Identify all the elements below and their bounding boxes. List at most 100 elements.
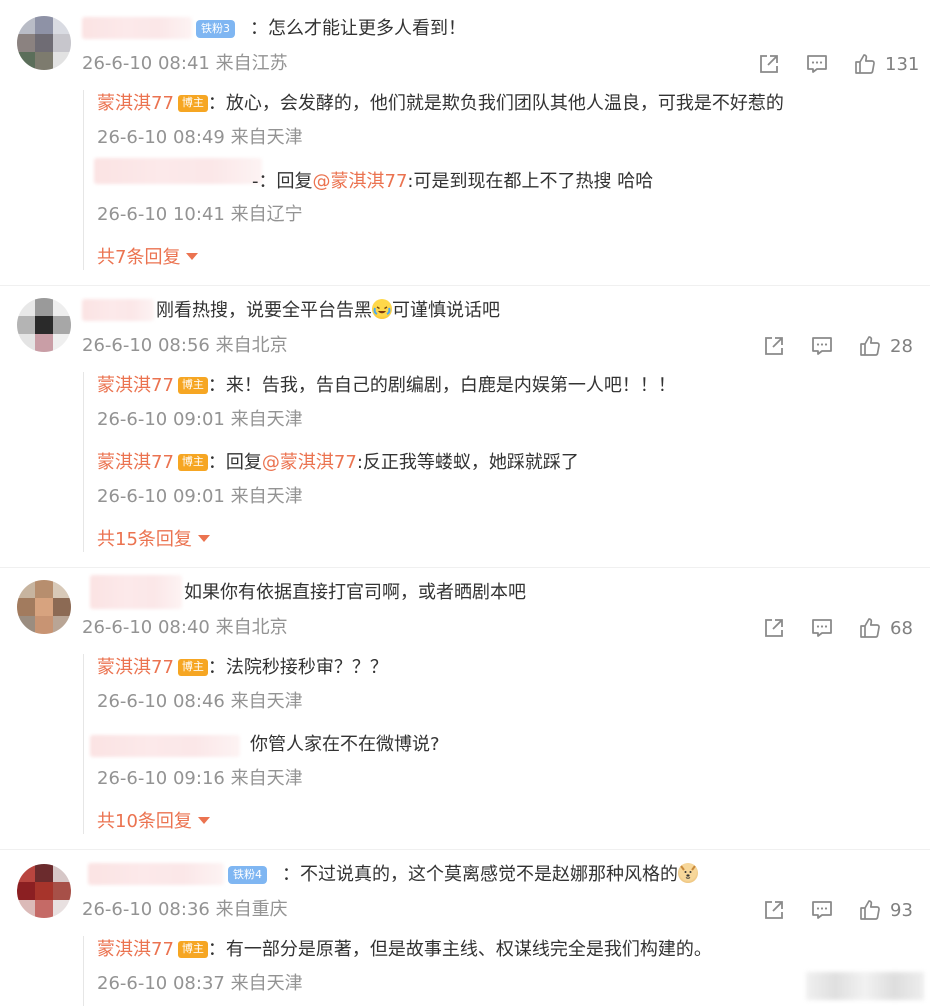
avatar[interactable]: [17, 298, 71, 352]
reply-author[interactable]: 蒙淇淇77: [97, 939, 174, 960]
blogger-badge: 博主: [177, 377, 208, 394]
share-icon: [765, 619, 783, 637]
reply-meta: 26-6-10 08:49 来自天津: [97, 127, 303, 148]
like-count: 28: [890, 335, 913, 357]
share-icon: [765, 901, 783, 919]
avatar[interactable]: [17, 580, 71, 634]
reply-prefix: ：回复: [207, 452, 262, 473]
reply: 蒙淇淇77 博主 ：来！告我，告自己的剧编剧，白鹿是内娱第一人吧！！！: [97, 374, 676, 398]
reply: 蒙淇淇77 博主 ：放心，会发酵的，他们就是欺负我们团队其他人温良，可我是不好惹的: [97, 92, 784, 116]
reply-divider: [83, 654, 84, 834]
comment-text: ：怎么才能让更多人看到！: [250, 18, 466, 39]
username-redacted[interactable]: [82, 299, 154, 321]
comment-meta: 26-6-10 08:41 来自江苏: [82, 53, 288, 74]
blogger-badge: 博主: [177, 941, 208, 958]
avatar[interactable]: [17, 16, 71, 70]
reply-text: :可是到现在都上不了热搜 哈哈: [407, 171, 654, 192]
reply-count-label: 共15条回复: [97, 529, 192, 550]
comment-meta: 26-6-10 08:40 来自北京: [82, 617, 288, 638]
username-redacted[interactable]: [90, 735, 240, 757]
view-replies-link[interactable]: 共15条回复: [97, 528, 210, 552]
blogger-badge: 博主: [177, 659, 208, 676]
share-button[interactable]: [757, 50, 781, 78]
reply-prefix: -：回复: [252, 171, 313, 192]
reply-meta: 26-6-10 08:37 来自天津: [97, 973, 303, 994]
reply-author[interactable]: 蒙淇淇77: [97, 375, 174, 396]
share-button[interactable]: [762, 614, 786, 642]
reply-text: ：来！告我，告自己的剧编剧，白鹿是内娱第一人吧！！！: [207, 375, 676, 396]
reply: 蒙淇淇77 博主 ：有一部分是原著，但是故事主线、权谋线完全是我们构建的。: [97, 938, 712, 962]
thread-separator: [0, 285, 930, 286]
chevron-down-icon: [197, 817, 210, 824]
reply-text: ：法院秒接秒审？？？: [207, 657, 388, 678]
like-button[interactable]: 93: [858, 896, 913, 924]
share-icon: [760, 55, 778, 73]
thread-separator: [0, 567, 930, 568]
reply-text: ：有一部分是原著，但是故事主线、权谋线完全是我们构建的。: [207, 939, 712, 960]
reply-author[interactable]: 蒙淇淇77: [97, 93, 174, 114]
reply: -：回复@蒙淇淇77:可是到现在都上不了热搜 哈哈: [252, 170, 653, 194]
blogger-badge: 博主: [177, 95, 208, 112]
share-button[interactable]: [762, 332, 786, 360]
comment-icon: [812, 337, 832, 355]
thumbs-up-icon: [860, 336, 880, 356]
comment-button[interactable]: [810, 614, 834, 642]
reply-meta: 26-6-10 10:41 来自辽宁: [97, 204, 303, 225]
like-button[interactable]: 68: [858, 614, 913, 642]
reply: 蒙淇淇77 博主 ：法院秒接秒审？？？: [97, 656, 388, 680]
thumbs-up-icon: [860, 618, 880, 638]
chevron-down-icon: [197, 535, 210, 542]
comment-button[interactable]: [810, 332, 834, 360]
share-button[interactable]: [762, 896, 786, 924]
reply-meta: 26-6-10 08:46 来自天津: [97, 691, 303, 712]
reply-text: :反正我等蝼蚁，她踩就踩了: [356, 452, 579, 473]
watermark: [806, 972, 924, 1000]
comment-button[interactable]: [810, 896, 834, 924]
comment-text: 刚看热搜，说要全平台告黑 可谨慎说话吧: [156, 299, 500, 323]
dog-emoji-icon: [678, 863, 698, 883]
comment-actions: 93: [762, 896, 927, 924]
username-redacted[interactable]: [82, 17, 192, 39]
laugh-cry-emoji-icon: [372, 299, 392, 319]
view-replies-link[interactable]: 共7条回复: [97, 246, 199, 270]
reply-divider: [83, 936, 84, 1006]
comment-button[interactable]: [805, 50, 829, 78]
reply-text: ：放心，会发酵的，他们就是欺负我们团队其他人温良，可我是不好惹的: [207, 93, 784, 114]
fan-badge: 铁粉4: [228, 866, 267, 884]
share-icon: [765, 337, 783, 355]
chevron-down-icon: [186, 253, 199, 260]
comment-text-part: 可谨慎说话吧: [392, 300, 500, 321]
username-redacted[interactable]: [94, 158, 262, 184]
mention-link[interactable]: @蒙淇淇77: [313, 171, 408, 192]
reply-count-label: 共7条回复: [97, 247, 181, 268]
reply: 蒙淇淇77 博主 ：回复@蒙淇淇77:反正我等蝼蚁，她踩就踩了: [97, 451, 579, 475]
like-button[interactable]: 28: [858, 332, 913, 360]
reply-divider: [83, 372, 84, 552]
comment-text-part: 刚看热搜，说要全平台告黑: [156, 300, 372, 321]
username-redacted[interactable]: [90, 575, 182, 609]
like-count: 68: [890, 617, 913, 639]
comment-icon: [812, 901, 832, 919]
like-count: 131: [885, 53, 920, 75]
view-replies-link[interactable]: 共10条回复: [97, 810, 210, 834]
reply-meta: 26-6-10 09:16 来自天津: [97, 768, 303, 789]
thumbs-up-icon: [855, 54, 875, 74]
reply-divider: [83, 90, 84, 270]
reply-text: 你管人家在不在微博说?: [250, 734, 440, 755]
comment-text-part: ：不过说真的，这个莫离感觉不是赵娜那种风格的: [282, 864, 678, 885]
comment-actions: 131: [757, 50, 927, 78]
comment-actions: 28: [762, 332, 927, 360]
comment-meta: 26-6-10 08:56 来自北京: [82, 335, 288, 356]
reply-count-label: 共10条回复: [97, 811, 192, 832]
thumbs-up-icon: [860, 900, 880, 920]
reply-author[interactable]: 蒙淇淇77: [97, 452, 174, 473]
like-button[interactable]: 131: [853, 50, 919, 78]
mention-link[interactable]: @蒙淇淇77: [262, 452, 357, 473]
comment-text: 如果你有依据直接打官司啊，或者晒剧本吧: [184, 582, 526, 603]
comment-actions: 68: [762, 614, 927, 642]
reply-meta: 26-6-10 09:01 来自天津: [97, 409, 303, 430]
avatar[interactable]: [17, 864, 71, 918]
username-redacted[interactable]: [88, 863, 224, 885]
reply-author[interactable]: 蒙淇淇77: [97, 657, 174, 678]
comment-text: ：不过说真的，这个莫离感觉不是赵娜那种风格的: [282, 863, 698, 887]
